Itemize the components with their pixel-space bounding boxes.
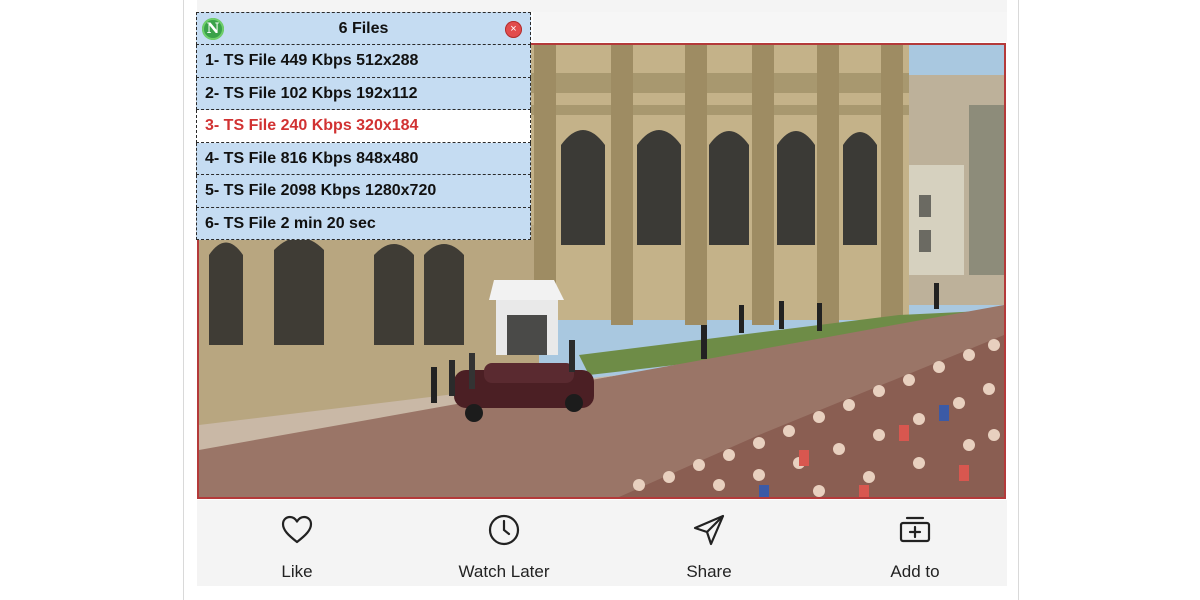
playlist-item[interactable]: 2- TS File 102 Kbps 192x112 — [196, 77, 531, 110]
bottom-band — [197, 588, 1007, 600]
playlist-item[interactable]: 1- TS File 449 Kbps 512x288 — [196, 45, 531, 78]
playlist-title: 6 Files — [338, 20, 389, 37]
heart-icon — [281, 515, 313, 544]
clock-icon — [488, 514, 520, 546]
playlist-item[interactable]: 6- TS File 2 min 20 sec — [196, 207, 531, 240]
like-label: Like — [281, 562, 313, 581]
video-top-band — [533, 12, 1007, 42]
action-bar: Like Watch Later Share Add to — [197, 500, 1007, 586]
playlist-item-active[interactable]: 3- TS File 240 Kbps 320x184 — [196, 110, 531, 143]
playlist-item[interactable]: 5- TS File 2098 Kbps 1280x720 — [196, 175, 531, 208]
send-icon — [693, 514, 725, 546]
add-to-label: Add to — [890, 562, 940, 581]
playlist-header: N 6 Files × — [196, 12, 531, 45]
share-label: Share — [686, 562, 732, 581]
playlist-overlay: N 6 Files × 1- TS File 449 Kbps 512x288 … — [196, 12, 531, 240]
add-to-playlist-icon — [899, 516, 931, 543]
like-button[interactable]: Like — [217, 513, 377, 582]
add-to-button[interactable]: Add to — [835, 513, 995, 582]
close-icon[interactable]: × — [505, 21, 522, 38]
share-button[interactable]: Share — [629, 513, 789, 582]
top-band — [197, 0, 1007, 12]
watch-later-button[interactable]: Watch Later — [424, 513, 584, 582]
watch-later-label: Watch Later — [458, 562, 550, 581]
playlist-item[interactable]: 4- TS File 816 Kbps 848x480 — [196, 142, 531, 175]
